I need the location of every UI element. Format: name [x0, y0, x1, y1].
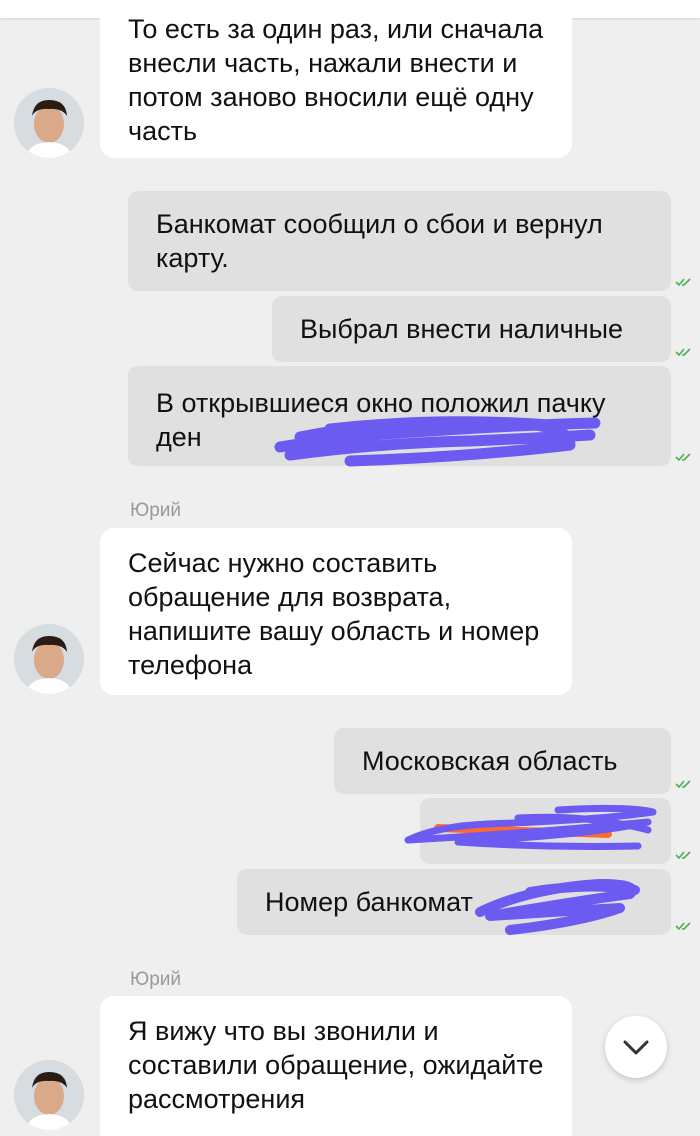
sender-name: Юрий	[130, 500, 181, 521]
outgoing-message: Выбрал внести наличные	[272, 296, 671, 362]
double-check-icon	[675, 453, 691, 462]
incoming-message: Я вижу что вы звонили и составили обраще…	[100, 996, 572, 1136]
avatar-image	[14, 1060, 84, 1130]
incoming-message: Сейчас нужно составить обращение для воз…	[100, 528, 572, 695]
double-check-icon	[675, 278, 691, 287]
outgoing-message	[420, 798, 671, 864]
message-text: Номер банкомат	[265, 887, 473, 917]
outgoing-message: Московская область	[334, 728, 671, 794]
message-text: Московская область	[362, 746, 618, 776]
outgoing-message: В открывшиеся окно положил пачку ден	[128, 366, 671, 466]
message-text: В открывшиеся окно положил пачку ден	[156, 388, 606, 452]
double-check-icon	[675, 922, 691, 931]
agent-avatar	[14, 88, 84, 158]
avatar-image	[14, 88, 84, 158]
message-text: Банкомат сообщил о сбои и вернул карту.	[156, 209, 603, 273]
double-check-icon	[675, 851, 691, 860]
avatar-image	[14, 624, 84, 694]
scroll-down-button[interactable]	[605, 1016, 667, 1078]
message-text: То есть за один раз, или сначала внесли …	[128, 14, 544, 146]
double-check-icon	[675, 780, 691, 789]
sender-name: Юрий	[130, 969, 181, 990]
agent-avatar	[14, 1060, 84, 1130]
agent-avatar	[14, 624, 84, 694]
double-check-icon	[675, 348, 691, 357]
chevron-down-icon	[623, 1040, 649, 1055]
outgoing-message: Банкомат сообщил о сбои и вернул карту.	[128, 191, 671, 291]
incoming-message: То есть за один раз, или сначала внесли …	[100, 0, 572, 158]
outgoing-message: Номер банкомат	[237, 869, 671, 935]
message-text: Сейчас нужно составить обращение для воз…	[128, 548, 540, 680]
message-text: Выбрал внести наличные	[300, 314, 624, 344]
message-text: Я вижу что вы звонили и составили обраще…	[128, 1016, 544, 1114]
